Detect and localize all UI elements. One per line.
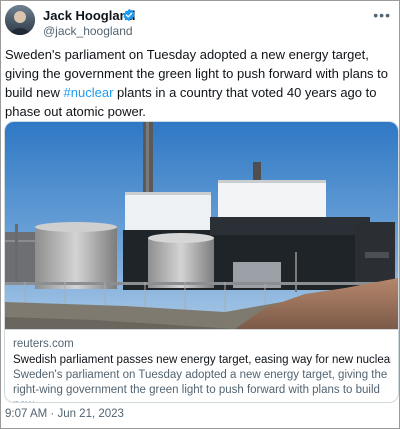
user-handle[interactable]: @jack_hoogland [43, 24, 133, 38]
avatar[interactable] [5, 5, 35, 35]
hashtag-link[interactable]: #nuclear [64, 85, 114, 100]
card-domain: reuters.com [13, 338, 74, 350]
avatar-image [5, 5, 35, 35]
verified-badge-icon [123, 8, 135, 22]
card-image [5, 122, 398, 329]
link-preview-card[interactable]: reuters.com Swedish parliament passes ne… [4, 121, 399, 403]
timestamp-separator: · [47, 408, 58, 420]
card-title: Swedish parliament passes new energy tar… [13, 354, 391, 366]
tweet-time: 9:07 AM [5, 408, 48, 420]
more-options-icon[interactable]: ••• [373, 7, 391, 23]
tweet-header: Jack Hoogland @jack_hoogland ••• [5, 5, 395, 39]
tweet-timestamp[interactable]: 9:07 AM · Jun 21, 2023 [5, 407, 124, 421]
card-description: Sweden's parliament on Tuesday adopted a… [13, 369, 388, 402]
tweet-date: Jun 21, 2023 [57, 408, 124, 420]
card-divider [5, 329, 398, 330]
tweet-frame: Jack Hoogland @jack_hoogland ••• Sweden'… [0, 0, 400, 429]
tweet-text: Sweden's parliament on Tuesday adopted a… [5, 45, 399, 121]
